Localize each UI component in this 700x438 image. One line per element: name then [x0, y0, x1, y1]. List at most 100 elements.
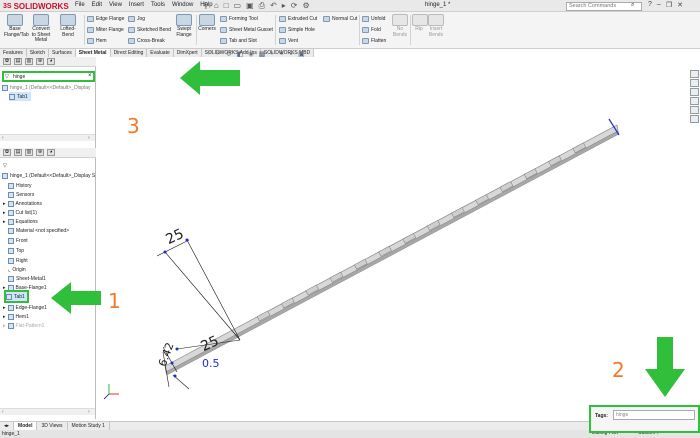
tab-sheet-metal[interactable]: Sheet Metal — [75, 49, 111, 57]
tree-filter-icon[interactable]: ▽ — [3, 161, 7, 170]
tree-root[interactable]: hinge_1 (Default<<Default>_Display S — [2, 171, 95, 180]
filter-result-root[interactable]: hinge_1 (Default<<Default>_Display — [2, 83, 90, 92]
tree-item-right-plane[interactable]: Right — [8, 256, 28, 265]
tree-scrollbar[interactable]: ‹ › — [0, 408, 95, 415]
feature-manager-tab-icon[interactable]: ✿ — [3, 149, 11, 156]
simple-hole-button[interactable]: Simple Hole — [279, 27, 315, 33]
tab-features[interactable]: Features — [0, 49, 27, 57]
tree-item-tab1[interactable]: Tab1 — [4, 290, 29, 303]
expand-arrow-icon[interactable]: ▸ — [3, 314, 6, 320]
edge-flange-button[interactable]: Edge Flange — [87, 16, 124, 22]
tree-item-sensors[interactable]: Sensors — [8, 190, 34, 199]
forming-tool-button[interactable]: Forming Tool — [220, 16, 258, 22]
sheet-metal-gusset-button[interactable]: Sheet Metal Gusset — [220, 27, 273, 33]
fold-button[interactable]: Fold — [362, 27, 381, 33]
jog-button[interactable]: Jog — [128, 16, 145, 22]
expand-arrow-icon[interactable]: ▸ — [3, 323, 6, 329]
corners-button[interactable]: Corners — [198, 14, 216, 33]
options-icon[interactable]: ⚙ — [303, 1, 310, 11]
rebuild-icon[interactable]: ⟳ — [291, 1, 298, 11]
scroll-left-icon[interactable]: ‹ — [2, 135, 4, 141]
filter-result-tab1[interactable]: Tab1 — [9, 92, 31, 101]
tree-item-annotations[interactable]: ▸ Annotations — [3, 199, 42, 208]
tree-item-sheet-metal[interactable]: Sheet-Metal1 — [8, 274, 46, 283]
minimize-icon[interactable]: – — [657, 1, 661, 9]
help-icon[interactable]: ? — [648, 1, 652, 9]
rip-button[interactable]: Rip — [412, 14, 428, 33]
menu-window[interactable]: Window — [172, 2, 193, 8]
display-manager-tab-icon[interactable]: ◕ — [47, 149, 55, 156]
tree-item-top-plane[interactable]: Top — [8, 246, 24, 255]
lofted-bend-button[interactable]: Lofted-Bend — [55, 14, 81, 38]
close-icon[interactable]: ✕ — [677, 1, 683, 9]
select-icon[interactable]: ▸ — [282, 1, 286, 11]
scroll-left-icon[interactable]: ‹ — [2, 409, 4, 415]
tab-evaluate[interactable]: Evaluate — [147, 49, 174, 57]
tree-item-front-plane[interactable]: Front — [8, 236, 28, 245]
tree-item-base-flange[interactable]: ▸ Base-Flange1 — [3, 283, 47, 292]
base-flange-button[interactable]: Base Flange/Tab — [4, 14, 29, 38]
solidworks-resources-icon[interactable] — [690, 70, 699, 78]
view-palette-icon[interactable] — [690, 97, 699, 105]
open-icon[interactable]: ▭ — [234, 1, 242, 11]
nav-arrows-icon[interactable]: ◂▸ — [0, 422, 15, 430]
tree-item-cut-list[interactable]: ▸ Cut list(1) — [3, 208, 37, 217]
scroll-right-icon[interactable]: › — [88, 135, 90, 141]
filter-input[interactable]: hinge — [13, 74, 25, 80]
graphics-area[interactable]: 25 25 6.42 0.5 3 1 2 — [97, 57, 700, 419]
dimxpert-tab-icon[interactable]: ⊕ — [36, 149, 44, 156]
filter-scrollbar[interactable]: ‹ › — [0, 134, 95, 141]
tab-motion-study[interactable]: Motion Study 1 — [68, 422, 110, 430]
tab-direct-editing[interactable]: Direct Editing — [110, 49, 148, 57]
home-icon[interactable]: ⌂ — [214, 1, 219, 11]
tags-input[interactable]: hinge — [613, 410, 695, 420]
extruded-cut-button[interactable]: Extruded Cut — [279, 16, 317, 22]
insert-bends-button[interactable]: Insert Bends — [426, 14, 446, 38]
solidworks-logo[interactable]: 3S SOLIDWORKS — [3, 1, 69, 11]
tree-item-edge-flange[interactable]: ▸ Edge-Flange1 — [3, 303, 47, 312]
new-icon[interactable]: □ — [224, 1, 229, 11]
configuration-manager-tab-icon[interactable]: ▥ — [25, 58, 33, 65]
menu-edit[interactable]: Edit — [92, 2, 102, 8]
flatten-button[interactable]: Flatten — [362, 38, 386, 44]
feature-manager-tab-icon[interactable]: ✿ — [3, 58, 11, 65]
property-manager-tab-icon[interactable]: ▤ — [14, 58, 22, 65]
menu-tools[interactable]: Tools — [151, 2, 165, 8]
tree-item-history[interactable]: History — [8, 181, 32, 190]
tree-item-hem[interactable]: ▸ Hem1 — [3, 312, 29, 321]
restore-icon[interactable]: ❐ — [666, 1, 672, 9]
unfold-button[interactable]: Unfold — [362, 16, 385, 22]
vent-button[interactable]: Vent — [279, 38, 298, 44]
appearances-icon[interactable] — [690, 106, 699, 114]
hem-button[interactable]: Hem — [87, 38, 107, 44]
search-icon[interactable]: ⌕ — [631, 2, 634, 9]
tree-item-origin[interactable]: ⌞ Origin — [8, 265, 26, 274]
normal-cut-button[interactable]: Normal Cut — [323, 16, 357, 22]
expand-arrow-icon[interactable]: ▸ — [3, 305, 6, 311]
display-manager-tab-icon[interactable]: ◕ — [47, 58, 55, 65]
file-explorer-icon[interactable] — [690, 88, 699, 96]
design-library-icon[interactable] — [690, 79, 699, 87]
tab-and-slot-button[interactable]: Tab and Slot — [220, 38, 257, 44]
tab-dimxpert[interactable]: DimXpert — [173, 49, 202, 57]
tab-model[interactable]: Model — [14, 422, 38, 430]
tab-3d-views[interactable]: 3D Views — [37, 422, 68, 430]
expand-arrow-icon[interactable]: ▸ — [3, 219, 6, 225]
dimension-label-0-5[interactable]: 0.5 — [202, 357, 220, 370]
tree-item-equations[interactable]: ▸ Equations — [3, 217, 38, 226]
expand-arrow-icon[interactable]: ▸ — [3, 201, 6, 207]
no-bends-button[interactable]: No Bends — [391, 14, 409, 38]
tab-surfaces[interactable]: Surfaces — [49, 49, 76, 57]
cross-break-button[interactable]: Cross-Break — [128, 38, 165, 44]
configuration-manager-tab-icon[interactable]: ▥ — [25, 149, 33, 156]
pin-icon[interactable]: ⚲ — [203, 1, 209, 11]
sketched-bend-button[interactable]: Sketched Bend — [128, 27, 171, 33]
menu-view[interactable]: View — [109, 2, 122, 8]
tree-item-material[interactable]: Material <not specified> — [8, 226, 69, 235]
menu-insert[interactable]: Insert — [129, 2, 144, 8]
print-icon[interactable]: ⎙ — [259, 1, 265, 11]
dimxpert-tab-icon[interactable]: ⊕ — [36, 58, 44, 65]
convert-to-sheet-metal-button[interactable]: Convert to Sheet Metal — [30, 14, 52, 44]
clear-filter-icon[interactable]: × — [88, 73, 92, 79]
feature-tree-filter[interactable]: ▽ hinge × — [2, 71, 95, 82]
